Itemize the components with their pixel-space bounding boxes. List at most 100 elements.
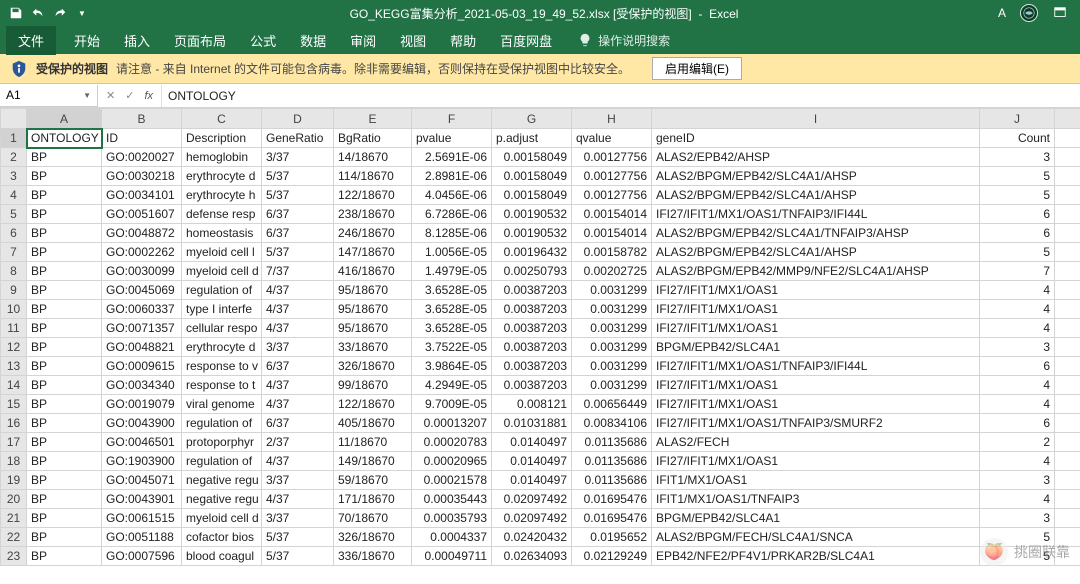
cell[interactable]: IFI27/IFIT1/MX1/OAS1 bbox=[652, 452, 980, 471]
cell[interactable]: 4/37 bbox=[262, 376, 334, 395]
cell[interactable]: GO:0043900 bbox=[102, 414, 182, 433]
cell[interactable]: 3.6528E-05 bbox=[412, 281, 492, 300]
col-header-G[interactable]: G bbox=[492, 109, 572, 129]
cell[interactable]: 0.00387203 bbox=[492, 319, 572, 338]
cell[interactable]: 0.0031299 bbox=[572, 300, 652, 319]
tab-insert[interactable]: 插入 bbox=[112, 26, 162, 55]
cell[interactable]: 122/18670 bbox=[334, 395, 412, 414]
row-header-3[interactable]: 3 bbox=[1, 167, 27, 186]
cell[interactable]: BP bbox=[27, 205, 102, 224]
cell[interactable]: BP bbox=[27, 224, 102, 243]
undo-icon[interactable] bbox=[30, 5, 46, 21]
row-header-9[interactable]: 9 bbox=[1, 281, 27, 300]
cell[interactable]: type I interfe bbox=[182, 300, 262, 319]
row-header-5[interactable]: 5 bbox=[1, 205, 27, 224]
cell[interactable]: 0.00196432 bbox=[492, 243, 572, 262]
cell[interactable]: GO:0048821 bbox=[102, 338, 182, 357]
cell[interactable] bbox=[1055, 509, 1080, 528]
cell[interactable]: BP bbox=[27, 186, 102, 205]
header-cell[interactable]: Count bbox=[980, 129, 1055, 148]
cell[interactable]: 0.01135686 bbox=[572, 433, 652, 452]
cell[interactable]: 14/18670 bbox=[334, 148, 412, 167]
cell[interactable]: 0.00154014 bbox=[572, 205, 652, 224]
cell[interactable]: 0.0031299 bbox=[572, 357, 652, 376]
cell[interactable]: 4/37 bbox=[262, 281, 334, 300]
cell[interactable]: cellular respo bbox=[182, 319, 262, 338]
cell[interactable] bbox=[1055, 300, 1080, 319]
cell[interactable]: 3 bbox=[980, 509, 1055, 528]
cell[interactable] bbox=[1055, 167, 1080, 186]
cell[interactable]: BP bbox=[27, 490, 102, 509]
cell[interactable]: 5 bbox=[980, 243, 1055, 262]
row-header-19[interactable]: 19 bbox=[1, 471, 27, 490]
cell[interactable]: 0.00020783 bbox=[412, 433, 492, 452]
cell[interactable] bbox=[1055, 224, 1080, 243]
cell[interactable]: 6 bbox=[980, 224, 1055, 243]
cell[interactable]: 59/18670 bbox=[334, 471, 412, 490]
cell[interactable]: 11/18670 bbox=[334, 433, 412, 452]
tab-view[interactable]: 视图 bbox=[388, 26, 438, 55]
cell[interactable]: 2.5691E-06 bbox=[412, 148, 492, 167]
cell[interactable]: viral genome bbox=[182, 395, 262, 414]
cell[interactable]: defense resp bbox=[182, 205, 262, 224]
cell[interactable]: protoporphyr bbox=[182, 433, 262, 452]
cell[interactable]: 147/18670 bbox=[334, 243, 412, 262]
cell[interactable]: negative regu bbox=[182, 471, 262, 490]
cell[interactable]: 4 bbox=[980, 395, 1055, 414]
cell[interactable] bbox=[1055, 262, 1080, 281]
cell[interactable]: GO:0020027 bbox=[102, 148, 182, 167]
cell[interactable]: ALAS2/BPGM/EPB42/SLC4A1/AHSP bbox=[652, 186, 980, 205]
cell[interactable]: BP bbox=[27, 357, 102, 376]
cell[interactable]: regulation of bbox=[182, 281, 262, 300]
cell[interactable]: 0.02420432 bbox=[492, 528, 572, 547]
cell[interactable]: 4/37 bbox=[262, 452, 334, 471]
cell[interactable]: 0.01135686 bbox=[572, 471, 652, 490]
row-header-18[interactable]: 18 bbox=[1, 452, 27, 471]
cell[interactable]: 3.6528E-05 bbox=[412, 300, 492, 319]
row-header-13[interactable]: 13 bbox=[1, 357, 27, 376]
cell[interactable]: ALAS2/BPGM/EPB42/SLC4A1/AHSP bbox=[652, 243, 980, 262]
header-cell[interactable]: p.adjust bbox=[492, 129, 572, 148]
cell[interactable]: 6/37 bbox=[262, 224, 334, 243]
cell[interactable]: 0.00021578 bbox=[412, 471, 492, 490]
cell[interactable]: 3 bbox=[980, 338, 1055, 357]
cell[interactable]: 5/37 bbox=[262, 528, 334, 547]
row-header-14[interactable]: 14 bbox=[1, 376, 27, 395]
cell[interactable]: BP bbox=[27, 452, 102, 471]
cell[interactable]: IFIT1/MX1/OAS1 bbox=[652, 471, 980, 490]
cell[interactable]: 0.02097492 bbox=[492, 509, 572, 528]
cell[interactable]: 0.00035443 bbox=[412, 490, 492, 509]
cell[interactable]: 0.00127756 bbox=[572, 167, 652, 186]
select-all-corner[interactable] bbox=[1, 109, 27, 129]
cell[interactable]: 0.00158782 bbox=[572, 243, 652, 262]
cell[interactable]: 4.2949E-05 bbox=[412, 376, 492, 395]
namebox-dropdown-icon[interactable]: ▼ bbox=[83, 91, 91, 100]
col-header-D[interactable]: D bbox=[262, 109, 334, 129]
cell[interactable]: 3.6528E-05 bbox=[412, 319, 492, 338]
cell[interactable] bbox=[1055, 452, 1080, 471]
row-header-20[interactable]: 20 bbox=[1, 490, 27, 509]
cell[interactable]: BP bbox=[27, 547, 102, 566]
col-header-A[interactable]: A bbox=[27, 109, 102, 129]
enable-editing-button[interactable]: 启用编辑(E) bbox=[652, 57, 742, 80]
cell[interactable]: IFIT1/MX1/OAS1/TNFAIP3 bbox=[652, 490, 980, 509]
header-cell[interactable] bbox=[1055, 129, 1080, 148]
cell[interactable]: GO:0034101 bbox=[102, 186, 182, 205]
cell[interactable]: ALAS2/BPGM/EPB42/SLC4A1/TNFAIP3/AHSP bbox=[652, 224, 980, 243]
cell[interactable]: BP bbox=[27, 281, 102, 300]
cell[interactable]: BP bbox=[27, 414, 102, 433]
cell[interactable]: BP bbox=[27, 148, 102, 167]
cell[interactable]: 0.00190532 bbox=[492, 224, 572, 243]
cell[interactable]: 6 bbox=[980, 357, 1055, 376]
cell[interactable]: BP bbox=[27, 319, 102, 338]
cell[interactable]: 3/37 bbox=[262, 148, 334, 167]
cell[interactable] bbox=[1055, 490, 1080, 509]
tab-formulas[interactable]: 公式 bbox=[238, 26, 288, 55]
cell[interactable]: IFI27/IFIT1/MX1/OAS1 bbox=[652, 281, 980, 300]
cell[interactable]: GO:0051188 bbox=[102, 528, 182, 547]
cell[interactable]: 4 bbox=[980, 300, 1055, 319]
cell[interactable]: GO:0034340 bbox=[102, 376, 182, 395]
cell[interactable]: 1.4979E-05 bbox=[412, 262, 492, 281]
cell[interactable]: 416/18670 bbox=[334, 262, 412, 281]
cell[interactable]: 6/37 bbox=[262, 414, 334, 433]
